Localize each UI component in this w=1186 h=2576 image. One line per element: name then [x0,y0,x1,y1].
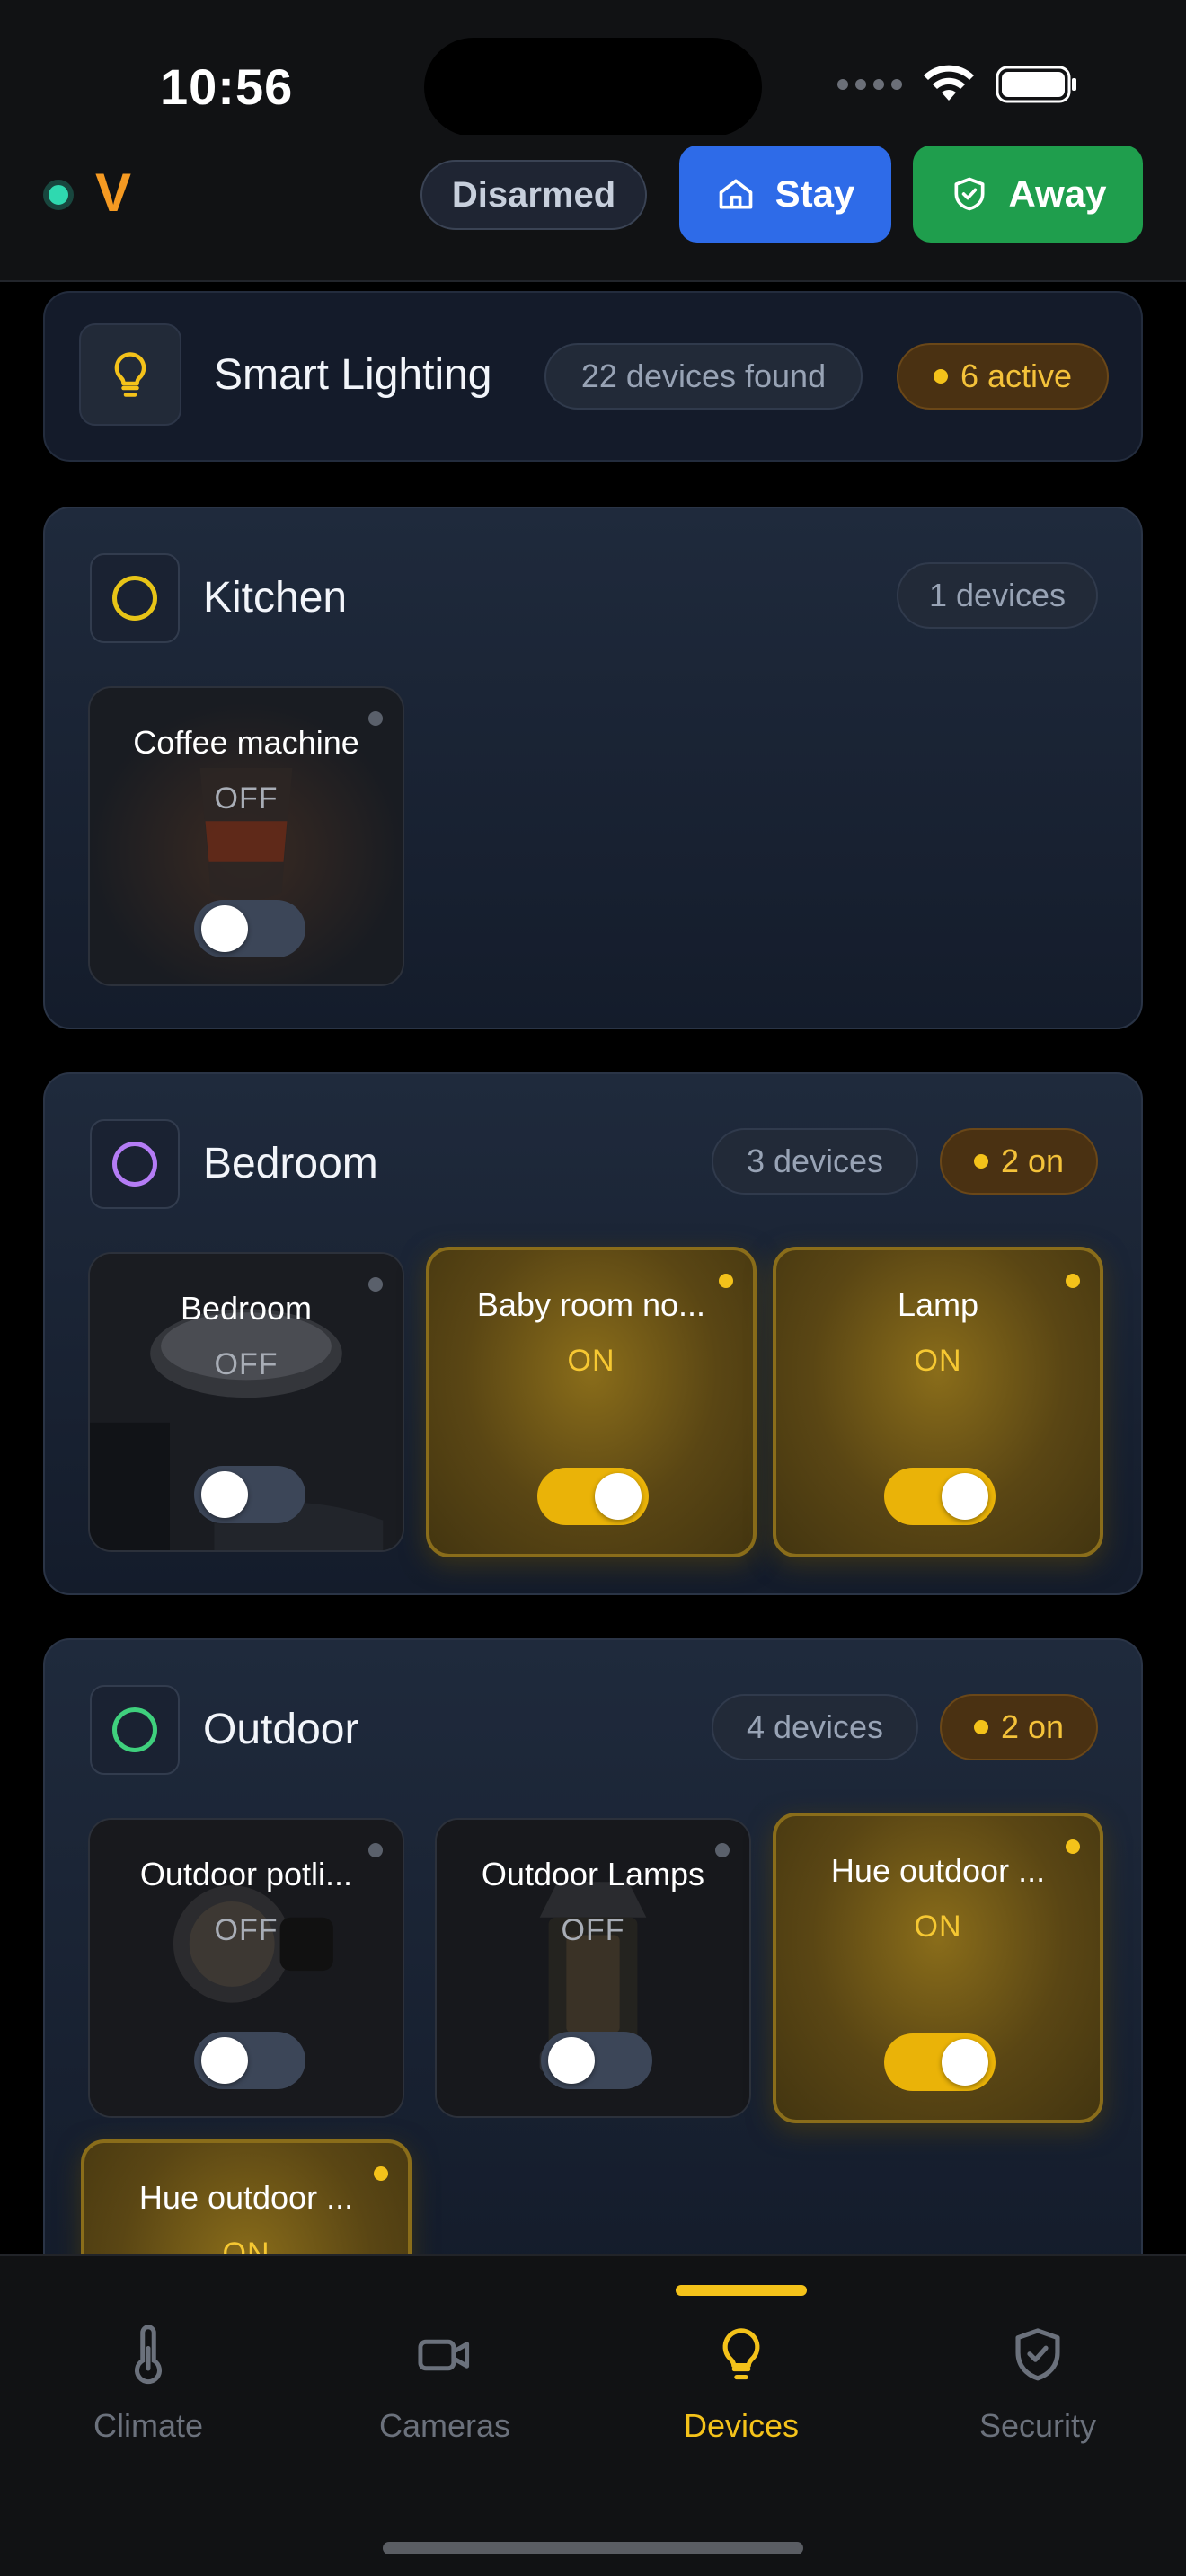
room-card-outdoor: Outdoor 4 devices 2 on Outdoor potli... … [43,1638,1143,2254]
lightbulb-icon [79,323,181,426]
dynamic-island [424,38,762,137]
device-state: OFF [561,1913,625,1947]
shield-check-icon [954,177,985,211]
smart-lighting-summary: Smart Lighting 22 devices found 6 active [43,291,1143,462]
room-title: Outdoor [203,1706,359,1753]
device-tile[interactable]: Baby room no... ON [426,1247,757,1557]
summary-title: Smart Lighting [214,351,492,399]
nav-tab-security[interactable]: Security [890,2283,1186,2481]
device-name: Lamp [897,1286,979,1323]
room-icon-kitchen [90,553,180,643]
status-time: 10:56 [160,58,294,115]
nav-label: Cameras [378,2407,511,2444]
room-title: Bedroom [203,1140,378,1187]
device-tile[interactable]: Hue outdoor ... ON [81,2139,412,2254]
room-card-bedroom: Bedroom 3 devices 2 on Bedroom OFF Baby … [43,1072,1143,1595]
home-indicator[interactable] [383,2542,803,2554]
room-on-count: 2 on [940,1694,1098,1760]
wifi-icon [924,65,974,101]
shield-check-icon [1015,2328,1060,2381]
room-icon-outdoor [90,1685,180,1775]
device-name: Outdoor Lamps [481,1856,705,1892]
device-toggle[interactable] [541,2032,652,2089]
nav-label: Devices [683,2407,800,2444]
battery-icon [996,66,1076,103]
room-on-count: 2 on [940,1128,1098,1195]
cellular-signal-icon [837,79,902,90]
device-toggle[interactable] [537,1468,649,1525]
alarm-status-badge: Disarmed [420,160,647,230]
room-card-kitchen: Kitchen 1 devices Coffee machine OFF [43,507,1143,1029]
room-title: Kitchen [203,574,348,622]
device-tile[interactable]: Lamp ON [773,1247,1103,1557]
device-name: Coffee machine [133,724,359,761]
app-header: V Disarmed Stay Away [0,135,1186,282]
device-toggle[interactable] [884,1468,996,1525]
devices-scroll-area[interactable]: Smart Lighting 22 devices found 6 active… [0,284,1186,2254]
thermometer-icon [135,2325,162,2384]
device-tile[interactable]: Outdoor Lamps OFF [435,1818,751,2118]
device-tile[interactable]: Bedroom OFF [88,1252,404,1552]
home-icon [719,179,752,209]
nav-label: Security [978,2407,1097,2444]
device-tile[interactable]: Outdoor potli... OFF [88,1818,404,2118]
app-logo: V [95,163,132,223]
camera-icon [418,2339,470,2371]
device-tile[interactable]: Coffee machine OFF [88,686,404,986]
room-device-count: 3 devices [712,1128,918,1195]
away-button[interactable]: Away [913,146,1143,243]
device-toggle[interactable] [194,900,305,957]
bottom-nav: Climate Cameras Devices Security [0,2254,1186,2576]
device-state: ON [914,1910,962,1944]
device-name: Bedroom [180,1290,313,1327]
device-state: ON [914,1344,962,1378]
device-state: OFF [214,1347,279,1381]
device-tile[interactable]: Hue outdoor ... ON [773,1813,1103,2123]
status-icons [837,65,1078,104]
active-count-badge: 6 active [897,343,1109,410]
device-name: Outdoor potli... [139,1856,353,1892]
device-name: Hue outdoor ... [138,2179,354,2216]
device-toggle[interactable] [194,1466,305,1523]
devices-found-badge: 22 devices found [544,343,863,410]
device-state: ON [222,2236,270,2254]
connection-status-dot [43,180,74,210]
room-device-count: 1 devices [897,562,1098,629]
nav-label: Climate [93,2407,204,2444]
room-icon-bedroom [90,1119,180,1209]
status-bar: 10:56 [0,0,1186,137]
lightbulb-icon [722,2328,760,2380]
nav-tab-climate[interactable]: Climate [0,2283,296,2481]
stay-button-label: Stay [774,172,855,215]
device-toggle[interactable] [194,2032,305,2089]
device-name: Hue outdoor ... [830,1852,1046,1889]
device-state: ON [567,1344,615,1378]
device-state: OFF [214,781,279,816]
nav-tab-devices[interactable]: Devices [593,2283,890,2481]
room-device-count: 4 devices [712,1694,918,1760]
away-button-label: Away [1008,172,1107,215]
nav-tab-cameras[interactable]: Cameras [296,2283,593,2481]
device-state: OFF [214,1913,279,1947]
device-name: Baby room no... [476,1286,706,1323]
device-toggle[interactable] [884,2033,996,2091]
stay-button[interactable]: Stay [679,146,891,243]
